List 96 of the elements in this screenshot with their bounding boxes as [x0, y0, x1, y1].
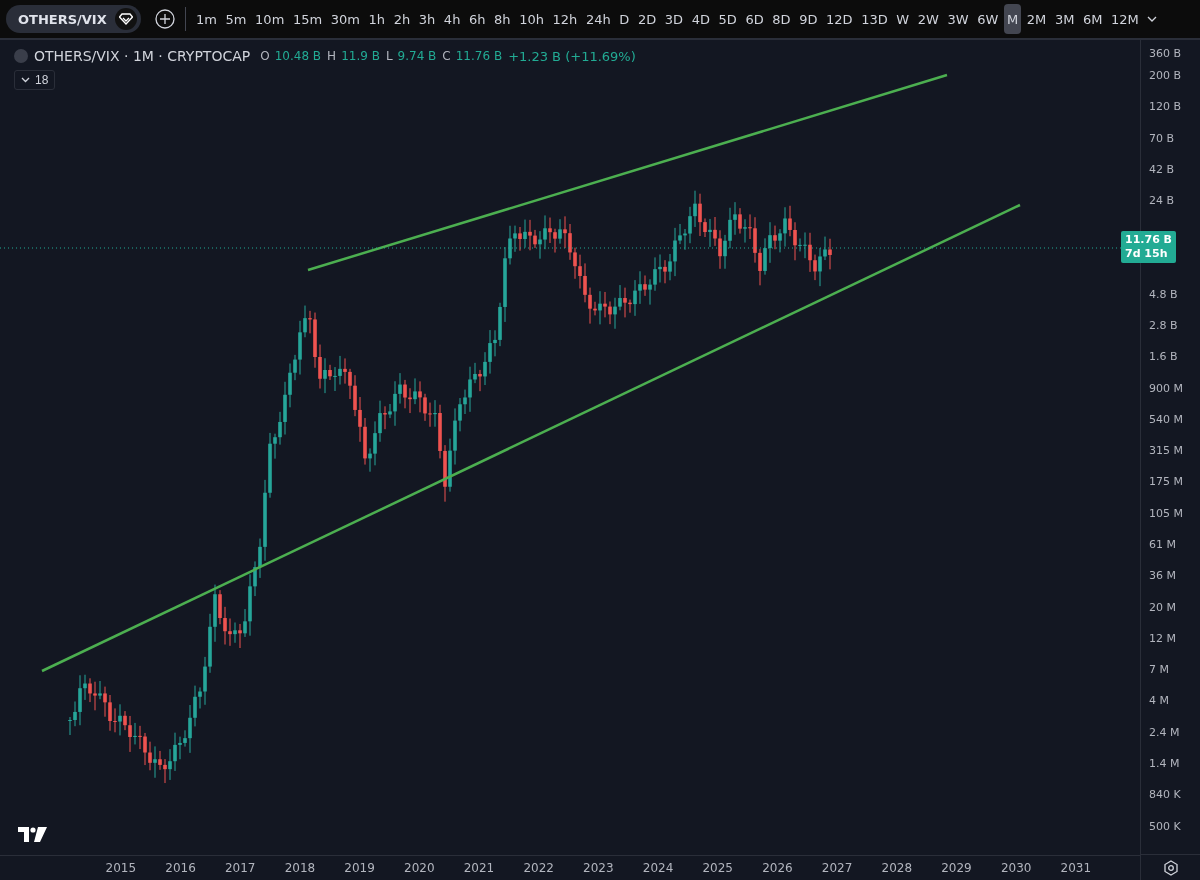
price-axis-label: 840 K	[1148, 787, 1182, 804]
time-axis-label: 2017	[223, 861, 257, 875]
time-axis-label: 2018	[283, 861, 317, 875]
interval-button[interactable]: 2h	[393, 4, 411, 34]
interval-button[interactable]: 24h	[585, 4, 611, 34]
interval-button[interactable]: 8D	[772, 4, 791, 34]
time-axis-label: 2024	[641, 861, 675, 875]
interval-button[interactable]: 3D	[664, 4, 684, 34]
price-axis-label: 7 M	[1148, 662, 1170, 679]
price-axis-label: 105 M	[1148, 505, 1184, 522]
add-symbol-icon[interactable]	[154, 9, 175, 29]
symbol-logo-icon	[14, 49, 28, 63]
price-axis-label: 2.8 B	[1148, 317, 1179, 334]
price-axis-label: 500 K	[1148, 818, 1182, 835]
interval-button[interactable]: 3W	[947, 4, 969, 34]
interval-button[interactable]: 15m	[292, 4, 323, 34]
ohlc-label: L	[385, 49, 393, 63]
interval-button[interactable]: 5D	[718, 4, 737, 34]
time-axis-label: 2016	[164, 861, 197, 875]
interval-button[interactable]: 6h	[468, 4, 486, 34]
time-axis-label: 2021	[462, 861, 496, 875]
interval-button[interactable]: 8h	[494, 4, 511, 34]
price-axis-label: 315 M	[1148, 443, 1184, 460]
time-axis-label: 2028	[880, 861, 914, 875]
ohlc-value: 11.9 B	[341, 49, 380, 63]
price-axis-label: 61 M	[1148, 537, 1177, 553]
price-change: +1.23 B (+11.69%)	[508, 48, 636, 64]
ohlc-label: O	[260, 49, 270, 63]
time-axis-label: 2029	[940, 861, 973, 875]
time-axis-label: 2020	[403, 861, 436, 875]
interval-button[interactable]: 4D	[691, 4, 710, 34]
interval-button[interactable]: 2M	[1026, 4, 1047, 34]
interval-button[interactable]: 6D	[745, 4, 764, 34]
last-price-tag: 11.76 B 7d 15h	[1121, 231, 1176, 264]
interval-button[interactable]: 12h	[552, 4, 578, 34]
price-axis-label: 1.6 B	[1148, 349, 1179, 366]
price-axis-label: 24 B	[1148, 193, 1176, 210]
price-axis-label: 900 M	[1148, 380, 1184, 397]
interval-button[interactable]: 1h	[368, 4, 386, 34]
time-axis-label: 2031	[1059, 861, 1093, 875]
interval-button[interactable]: 1m	[196, 4, 217, 34]
price-axis-label: 175 M	[1148, 474, 1184, 491]
ohlc-value: 9.74 B	[397, 49, 437, 63]
time-axis-label: 2027	[820, 861, 854, 875]
price-axis-label: 36 M	[1148, 568, 1177, 585]
chevron-down-icon[interactable]	[21, 77, 30, 83]
trend-line[interactable]	[307, 73, 948, 272]
interval-button[interactable]: 12M	[1111, 4, 1139, 34]
price-axis-label: 42 B	[1148, 162, 1176, 179]
symbol-title: OTHERS/VIX · 1M · CRYPTOCAP	[34, 48, 251, 64]
interval-button[interactable]: 12D	[826, 4, 853, 34]
ohlc-value: 11.76 B	[455, 49, 503, 63]
time-axis-label: 2030	[999, 861, 1033, 875]
settings-icon[interactable]	[1162, 859, 1179, 876]
interval-button[interactable]: 9D	[799, 4, 818, 34]
interval-button[interactable]: 4h	[443, 4, 461, 34]
price-axis-label: 4 M	[1148, 693, 1170, 710]
interval-button[interactable]: 2D	[637, 4, 657, 34]
time-axis-label: 2023	[582, 861, 615, 875]
interval-button[interactable]: 5m	[225, 4, 247, 34]
interval-button[interactable]: 6M	[1082, 4, 1103, 34]
price-axis-label: 360 B	[1148, 46, 1183, 60]
ohlc-label: C	[442, 49, 451, 63]
price-axis-label: 540 M	[1148, 411, 1184, 428]
time-axis-label: 2022	[522, 861, 555, 875]
interval-button[interactable]: 3h	[418, 4, 436, 34]
symbol-selector[interactable]: OTHERS/VIX	[6, 5, 141, 33]
interval-button[interactable]: 30m	[330, 4, 360, 34]
price-axis-label: 70 B	[1148, 130, 1176, 147]
price-axis-label: 4.8 B	[1148, 286, 1179, 303]
interval-button[interactable]: 3M	[1054, 4, 1075, 34]
time-axis-label: 2015	[104, 861, 138, 875]
price-axis-label: 2.4 M	[1148, 724, 1181, 741]
chevron-down-icon[interactable]	[1147, 15, 1158, 23]
symbol-name[interactable]: OTHERS/VIX	[18, 11, 107, 27]
ohlc-label: H	[327, 49, 337, 63]
interval-button[interactable]: D	[619, 4, 630, 34]
price-axis-label: 200 B	[1148, 68, 1183, 85]
interval-button[interactable]: 2W	[917, 4, 939, 34]
interval-button[interactable]: 13D	[861, 4, 888, 34]
indicators-toggle[interactable]: 18	[14, 70, 56, 90]
time-axis-label: 2026	[761, 861, 794, 875]
interval-button[interactable]: 6W	[977, 4, 999, 34]
interval-button[interactable]: W	[896, 4, 910, 34]
time-axis-label: 2019	[343, 861, 376, 875]
trend-line[interactable]	[41, 203, 1021, 673]
logo-icon	[18, 827, 48, 843]
time-axis-label: 2025	[701, 861, 734, 875]
price-axis-label: 120 B	[1148, 99, 1183, 116]
price-axis-label: 1.4 M	[1148, 756, 1181, 773]
interval-button[interactable]: 10h	[519, 4, 544, 34]
interval-button[interactable]: 10m	[255, 4, 285, 34]
price-axis-label: 20 M	[1148, 599, 1177, 616]
ohlc-value: 10.48 B	[274, 49, 322, 63]
price-axis-label: 12 M	[1148, 630, 1177, 647]
interval-button[interactable]: M	[1003, 4, 1022, 34]
